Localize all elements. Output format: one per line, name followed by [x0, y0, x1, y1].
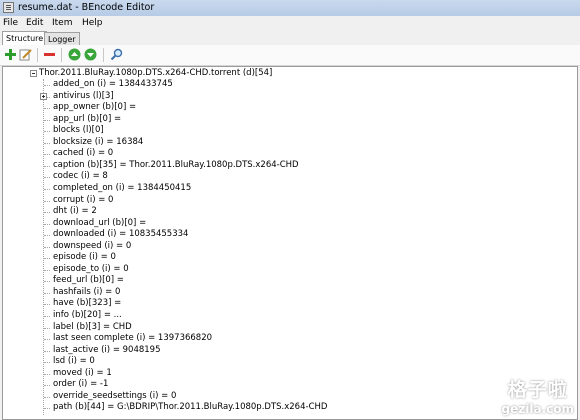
- tree-connector: [44, 108, 50, 110]
- toolbar-separator: [61, 48, 62, 62]
- toolbar-separator: [37, 48, 38, 62]
- tree-node[interactable]: corrupt (i) = 0: [53, 195, 113, 206]
- tree-connector: [44, 246, 50, 248]
- tree-connector: [44, 165, 50, 167]
- app-icon: [3, 2, 14, 13]
- search-icon[interactable]: [110, 48, 123, 61]
- tree-connector: [44, 177, 50, 179]
- toolbar-separator: [103, 48, 104, 62]
- tree-connector: [44, 316, 50, 317]
- tree-connector: [44, 142, 50, 144]
- tree-node[interactable]: last seen complete (i) = 1397366820: [53, 333, 212, 344]
- tree-connector: [44, 385, 50, 387]
- tree-connector: [44, 154, 50, 156]
- tree-node[interactable]: added_on (i) = 1384433745: [53, 79, 173, 90]
- tree-connector: [44, 269, 50, 271]
- tree-node[interactable]: path (b)[44] = G:\BDRIP\Thor.2011.BluRay…: [53, 402, 327, 413]
- tree-node[interactable]: cached (i) = 0: [53, 148, 113, 159]
- structure-tree[interactable]: Thor.2011.BluRay.1080p.DTS.x264-CHD.torr…: [2, 66, 578, 420]
- tree-connector: [44, 362, 50, 364]
- tree-node[interactable]: blocks (l)[0]: [53, 125, 104, 136]
- tree-node[interactable]: episode (i) = 0: [53, 252, 116, 263]
- watermark-logo: 格子啦: [507, 379, 568, 401]
- move-down-icon[interactable]: [84, 48, 97, 61]
- tree-node[interactable]: have (b)[323] =: [53, 298, 121, 309]
- tree-connector: [44, 304, 50, 306]
- edit-icon[interactable]: [19, 48, 32, 61]
- tree-node[interactable]: completed_on (i) = 1384450415: [53, 183, 191, 194]
- tree-connector: [44, 396, 50, 398]
- root-expander[interactable]: [30, 70, 37, 77]
- tree-node[interactable]: dht (i) = 2: [53, 206, 97, 217]
- toolbar: [0, 45, 580, 66]
- tree-node[interactable]: feed_url (b)[0] =: [53, 275, 124, 286]
- tree-node[interactable]: hashfails (i) = 0: [53, 287, 120, 298]
- tree-node[interactable]: info (b)[20] = ...: [53, 310, 122, 321]
- tree-node[interactable]: moved (i) = 1: [53, 368, 112, 379]
- tree-node[interactable]: last_active (i) = 9048195: [53, 345, 161, 356]
- tab-logger[interactable]: Logger: [44, 32, 80, 45]
- tree-node[interactable]: app_url (b)[0] =: [53, 114, 121, 125]
- tree-node[interactable]: lsd (i) = 0: [53, 356, 95, 367]
- window-title: resume.dat - BEncode Editor: [18, 2, 155, 13]
- menu-bar: File Edit Item Help: [0, 16, 580, 31]
- tree-connector: [44, 223, 50, 225]
- tree-node[interactable]: episode_to (i) = 0: [53, 264, 129, 275]
- tree-node[interactable]: label (b)[3] = CHD: [53, 322, 132, 333]
- tree-node[interactable]: downspeed (i) = 0: [53, 241, 131, 252]
- move-up-icon[interactable]: [68, 48, 81, 61]
- tree-node[interactable]: download_url (b)[0] =: [53, 218, 146, 229]
- watermark-url: gezila.com: [501, 402, 574, 416]
- tree-node[interactable]: codec (i) = 8: [53, 171, 108, 182]
- tree-node[interactable]: blocksize (i) = 16384: [53, 137, 143, 148]
- tree-connector: [44, 119, 50, 121]
- tree-connector: [44, 339, 50, 341]
- title-bar: resume.dat - BEncode Editor: [0, 0, 580, 17]
- tree-connector: [44, 350, 50, 352]
- tab-strip: Structure Logger: [0, 31, 580, 46]
- tree-connector: [44, 235, 50, 237]
- node-expander[interactable]: [40, 92, 47, 100]
- tree-node[interactable]: downloaded (i) = 10835455334: [53, 229, 188, 240]
- tree-connector: [44, 281, 50, 283]
- tab-structure[interactable]: Structure: [2, 31, 48, 45]
- menu-help[interactable]: Help: [82, 18, 103, 28]
- tree-connector: [44, 258, 50, 260]
- menu-file[interactable]: File: [3, 18, 18, 28]
- tree-node[interactable]: app_owner (b)[0] =: [53, 102, 136, 113]
- remove-icon[interactable]: [43, 48, 56, 61]
- tree-connector: [44, 292, 50, 294]
- tree-node[interactable]: antivirus (l)[3]: [53, 91, 114, 102]
- tree-node[interactable]: override_seedsettings (i) = 0: [53, 391, 176, 402]
- tree-connector: [44, 373, 50, 375]
- tree-node[interactable]: order (i) = -1: [53, 379, 108, 390]
- add-icon[interactable]: [4, 48, 17, 61]
- menu-item[interactable]: Item: [52, 18, 73, 28]
- menu-edit[interactable]: Edit: [26, 18, 43, 28]
- watermark: 格子啦 gezila.com: [502, 375, 574, 416]
- tree-connector: [44, 188, 50, 190]
- tree-connector: [44, 200, 50, 202]
- tree-connector: [44, 131, 50, 133]
- tree-node[interactable]: caption (b)[35] = Thor.2011.BluRay.1080p…: [53, 160, 299, 171]
- tree-connector: [44, 85, 50, 86]
- tree-connector: [44, 408, 50, 410]
- tree-root[interactable]: Thor.2011.BluRay.1080p.DTS.x264-CHD.torr…: [39, 68, 272, 79]
- tree-connector: [44, 327, 50, 329]
- tree-connector: [44, 212, 50, 214]
